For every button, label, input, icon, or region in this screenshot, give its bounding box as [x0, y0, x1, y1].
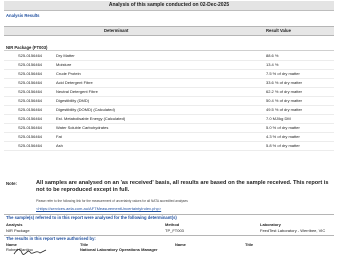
- sample-id: S25-0156464: [18, 89, 43, 94]
- determinant-name: Dry Matter: [56, 53, 75, 58]
- result-value: 49.5 % of dry matter: [266, 107, 303, 112]
- sample-id: S25-0156464: [18, 125, 43, 130]
- determinant-header: Determinant: [104, 28, 129, 33]
- package-divider: [4, 50, 334, 51]
- determinant-name: Neutral Detergent Fibre: [56, 89, 98, 94]
- result-value: 50.4 % of dry matter: [266, 98, 303, 103]
- determinant-name: Est. Metabolisable Energy (Calculated): [56, 116, 126, 121]
- sample-id: S25-0156464: [18, 143, 43, 148]
- determinant-name: Moisture: [56, 62, 72, 67]
- uncertainty-note: Please refer to the following link for t…: [36, 199, 188, 203]
- authoriser-role: National Laboratory Operations Manager: [80, 247, 158, 252]
- analysis-col-header: Analysis: [6, 222, 23, 227]
- authorised-title: The results in this report were authoris…: [6, 236, 96, 241]
- sample-id: S25-0156464: [18, 116, 43, 121]
- determinant-name: Acid Detergent Fibre: [56, 80, 93, 85]
- sample-id: S25-0156464: [18, 62, 43, 67]
- analysis-results-title: Analysis Results: [6, 13, 40, 18]
- result-row: S25-0156464 Crude Protein 7.5 % of dry mat…: [4, 70, 334, 79]
- determinant-name: Digestibility (DMD): [56, 98, 90, 103]
- result-value: 7.0 MJ/kg DM: [266, 116, 291, 121]
- laboratory-col-header: Laboratory: [260, 222, 281, 227]
- result-row: S25-0156464 Moisture 13.4 %: [4, 61, 334, 70]
- sample-id: S25-0156464: [18, 80, 43, 85]
- result-row: S25-0156464 Fat 4.3 % of dry matter: [4, 133, 334, 142]
- report-page: Analysis of this sample conducted on 02-…: [0, 0, 340, 255]
- determinant-name: Ash: [56, 143, 63, 148]
- report-header: Analysis of this sample conducted on 02-…: [4, 1, 334, 11]
- result-value: 13.4 %: [266, 62, 279, 67]
- laboratory-value: FeedTest Laboratory - Werribee, VIC: [260, 228, 326, 233]
- results-rows: S25-0156464 Dry Matter 88.6 % S25-0156464 Mo…: [4, 52, 334, 151]
- title-col-header-2: Title: [245, 242, 254, 247]
- determinant-name: Water Soluble Carbohydrates: [56, 125, 109, 130]
- analysis-value: NIR Package: [6, 228, 30, 233]
- result-row: S25-0156464 Acid Detergent Fibre 33.6 % of…: [4, 79, 334, 88]
- uncertainty-link[interactable]: <https://services.aela.com.au/AFTMeasure…: [36, 206, 161, 211]
- result-row: S25-0156464 Est. Metabolisable Energy (Ca…: [4, 115, 334, 124]
- note-text: All samples are analysed on an 'as recei…: [36, 180, 329, 193]
- result-row: S25-0156464 Dry Matter 88.6 %: [4, 52, 334, 61]
- determinant-name: Fat: [56, 134, 62, 139]
- result-row: S25-0156464 Digestibility (DMD) 50.4 % of …: [4, 97, 334, 106]
- result-row: S25-0156464 Ash 5.8 % of dry matter: [4, 142, 334, 151]
- result-value-header: Result Value: [266, 28, 291, 33]
- determinant-name: Crude Protein: [56, 71, 81, 76]
- result-value: 62.2 % of dry matter: [266, 89, 303, 94]
- samples-title: The sample(s) referred to in this report…: [6, 215, 177, 220]
- result-value: 5.0 % of dry matter: [266, 125, 300, 130]
- result-row: S25-0156464 Digestibility (DOMD) (Calcula…: [4, 106, 334, 115]
- result-value: 88.6 %: [266, 53, 279, 58]
- sample-id: S25-0156464: [18, 134, 43, 139]
- name-col-header-2: Name: [175, 242, 186, 247]
- sample-id: S25-0156464: [18, 71, 43, 76]
- note-label: Note:: [6, 181, 17, 186]
- method-col-header: Method: [165, 222, 180, 227]
- result-value: 33.6 % of dry matter: [266, 80, 303, 85]
- result-row: S25-0156464 Water Soluble Carbohydrates 5.…: [4, 124, 334, 133]
- method-value: TP_FT003: [165, 228, 184, 233]
- sample-id: S25-0156464: [18, 98, 43, 103]
- result-value: 4.3 % of dry matter: [266, 134, 300, 139]
- sample-id: S25-0156464: [18, 53, 43, 58]
- result-value: 5.8 % of dry matter: [266, 143, 300, 148]
- results-table-header: Determinant Result Value: [4, 26, 334, 36]
- sample-id: S25-0156464: [18, 107, 43, 112]
- determinant-name: Digestibility (DOMD) (Calculated): [56, 107, 115, 112]
- result-row: S25-0156464 Neutral Detergent Fibre 62.2 %…: [4, 88, 334, 97]
- result-value: 7.5 % of dry matter: [266, 71, 300, 76]
